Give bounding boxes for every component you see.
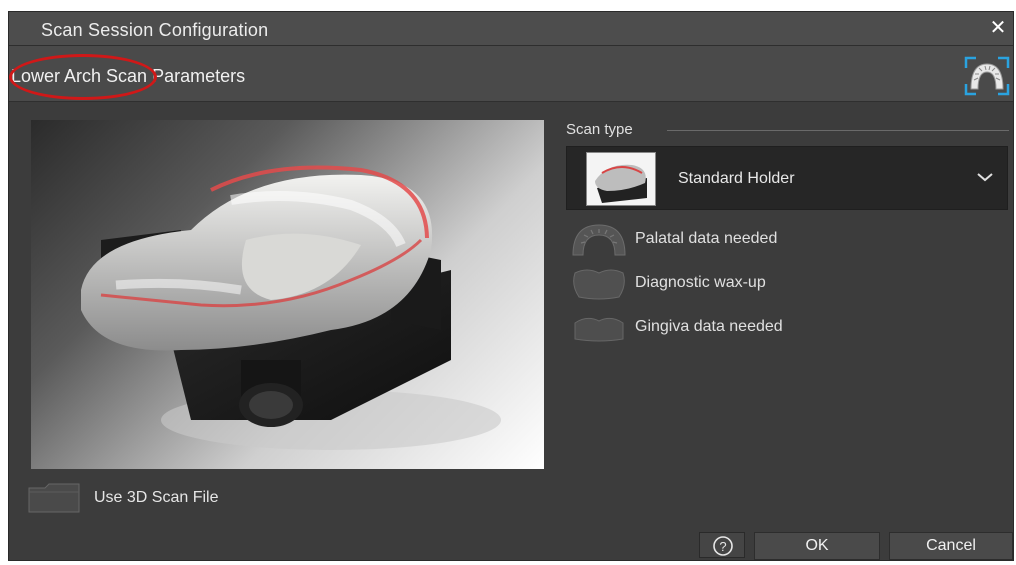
gingiva-icon xyxy=(574,317,624,342)
section-title: Lower Arch Scan Parameters xyxy=(11,66,246,86)
help-button[interactable]: ? xyxy=(699,532,745,558)
option-gingiva-label: Gingiva data needed xyxy=(635,318,783,335)
section-header: Lower Arch Scan Parameters xyxy=(9,46,1013,102)
dialog-titlebar: Scan Session Configuration ✕ xyxy=(9,12,1013,46)
use-3d-scan-file-label: Use 3D Scan File xyxy=(94,489,219,506)
option-palatal-label: Palatal data needed xyxy=(635,230,778,247)
option-waxup-label: Diagnostic wax-up xyxy=(635,274,766,291)
scan-session-dialog: Scan Session Configuration ✕ Lower Arch … xyxy=(8,11,1014,561)
ok-button[interactable]: OK xyxy=(754,532,880,560)
chevron-down-icon xyxy=(977,173,993,182)
folder-icon xyxy=(28,483,80,513)
dialog-title: Scan Session Configuration xyxy=(41,20,269,40)
dental-arch-button[interactable] xyxy=(964,56,1010,96)
question-circle-icon: ? xyxy=(713,536,733,556)
legend-divider xyxy=(667,130,1009,131)
option-gingiva-data[interactable]: Gingiva data needed xyxy=(569,309,869,345)
option-palatal-data[interactable]: Palatal data needed xyxy=(569,221,869,257)
scan-type-legend: Scan type xyxy=(566,121,633,138)
model-preview-image xyxy=(31,120,544,469)
use-3d-scan-file-toggle[interactable]: Use 3D Scan File xyxy=(27,480,287,516)
dental-arch-icon xyxy=(964,56,1010,96)
option-diagnostic-waxup[interactable]: Diagnostic wax-up xyxy=(569,265,869,301)
close-button[interactable]: ✕ xyxy=(987,17,1009,39)
palatal-arch-icon xyxy=(572,224,626,256)
scan-type-select[interactable]: Standard Holder xyxy=(566,146,1008,210)
svg-text:?: ? xyxy=(719,539,726,554)
wax-up-icon xyxy=(573,269,625,300)
cancel-button[interactable]: Cancel xyxy=(889,532,1013,560)
scan-type-selected: Standard Holder xyxy=(678,170,795,187)
dental-model-illustration xyxy=(81,165,501,450)
model-holder-thumbnail xyxy=(586,152,656,206)
